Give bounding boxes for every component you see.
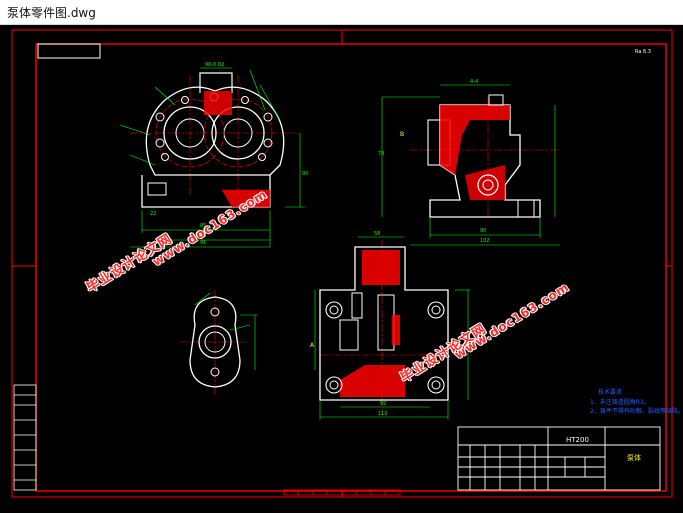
svg-text:102: 102 <box>480 238 490 244</box>
window-title: 泵体零件图.dwg <box>7 6 96 20</box>
section-marker-b: B <box>400 131 404 138</box>
view-side: 78 90 102 4-4 B <box>378 79 560 246</box>
roughness-mark: Ra 6.3 <box>635 49 651 55</box>
svg-text:4-4: 4-4 <box>470 79 478 85</box>
drawing-canvas[interactable]: 90-0.02 68 85 91 90 22 78 90 102 4-4 B 1… <box>0 25 683 513</box>
svg-text:110: 110 <box>378 411 388 417</box>
svg-text:92: 92 <box>380 401 386 407</box>
view-bottom: 1109280 58 A <box>310 231 475 420</box>
svg-text:90: 90 <box>302 171 308 177</box>
part-material: 泵体 <box>627 454 641 462</box>
svg-text:58: 58 <box>374 231 380 237</box>
svg-text:78: 78 <box>378 151 384 157</box>
tech-req-heading: 技术要求 <box>598 389 623 396</box>
svg-text:90: 90 <box>480 228 486 234</box>
left-side-strip <box>13 384 37 491</box>
svg-text:90-0.02: 90-0.02 <box>205 62 224 68</box>
section-marker-a: A <box>310 342 315 349</box>
tech-req-line2: 2、铸件不得有砂眼、裂纹等缺陷。 <box>590 408 683 415</box>
window-titlebar: 泵体零件图.dwg <box>0 0 683 25</box>
view-flange <box>180 290 258 395</box>
svg-text:22: 22 <box>150 211 156 217</box>
reverse-title-box <box>37 43 101 59</box>
part-code: HT200 <box>566 436 589 444</box>
tech-req-line1: 1、未注铸造圆角R3。 <box>590 399 650 406</box>
